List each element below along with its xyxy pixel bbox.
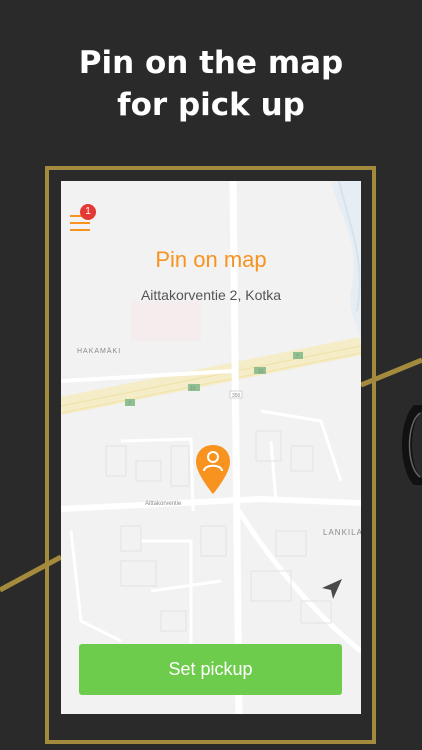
promo-headline: Pin on the map for pick up — [0, 42, 422, 126]
road-shield-7: 7 — [128, 401, 131, 407]
pickup-address: Aittakorventie 2, Kotka — [140, 287, 282, 303]
person-pin-icon[interactable] — [195, 444, 231, 496]
road-shield-15: 15 — [190, 386, 196, 392]
headline-line-1: Pin on the map — [78, 45, 344, 81]
phone-device-edge — [402, 405, 422, 485]
street-label-aittakorventie: Aittakorventie — [145, 501, 182, 507]
page-title: Pin on map — [155, 247, 267, 272]
road-shield-15b: 15 — [258, 369, 264, 375]
headline-line-2: for pick up — [117, 87, 305, 123]
phone-screen: 15 15 7 7 350 HAKAMÄKI LANKILA Aittakorv… — [61, 181, 361, 714]
navigation-arrow-icon[interactable] — [320, 577, 344, 601]
road-shield-350: 350 — [232, 393, 241, 399]
notification-badge: 1 — [80, 204, 96, 220]
district-label-hakamaki: HAKAMÄKI — [77, 347, 121, 355]
road-shield-7b: 7 — [296, 354, 299, 360]
district-label-lankila: LANKILA — [323, 528, 361, 537]
set-pickup-button[interactable]: Set pickup — [79, 644, 342, 695]
